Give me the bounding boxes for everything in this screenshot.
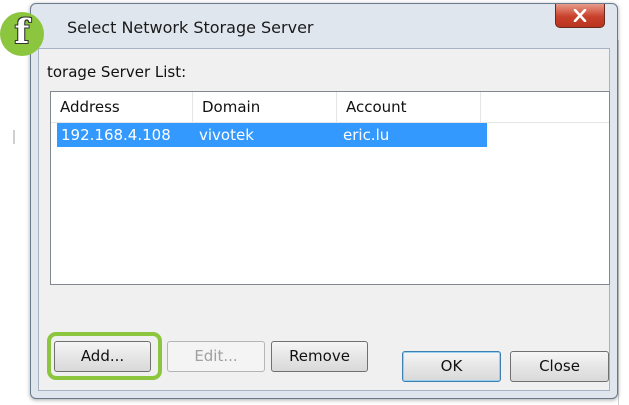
step-badge-label: f: [14, 12, 30, 52]
dialog-title: Select Network Storage Server: [67, 18, 314, 37]
close-icon: [573, 9, 587, 22]
storage-server-list-label: torage Server List:: [47, 63, 187, 81]
add-button[interactable]: Add...: [54, 341, 151, 372]
ok-button[interactable]: OK: [402, 351, 501, 382]
column-header-account[interactable]: Account: [337, 92, 481, 122]
cell-address: 192.168.4.108: [61, 126, 171, 144]
dialog-window: Select Network Storage Server torage Ser…: [30, 3, 618, 399]
cell-domain: vivotek: [199, 126, 254, 144]
storage-server-list[interactable]: Address Domain Account 192.168.4.108 viv…: [50, 91, 610, 285]
cell-account: eric.lu: [343, 126, 390, 144]
window-close-button[interactable]: [555, 4, 605, 28]
edit-button[interactable]: Edit...: [167, 341, 265, 372]
list-row-selected[interactable]: 192.168.4.108 vivotek eric.lu: [57, 123, 487, 147]
remove-button[interactable]: Remove: [271, 341, 368, 372]
step-badge-f: f: [0, 12, 44, 56]
background-line: [13, 130, 15, 144]
background-line: [618, 40, 619, 405]
column-header-address[interactable]: Address: [51, 92, 193, 122]
list-header: Address Domain Account: [51, 92, 609, 123]
title-bar[interactable]: Select Network Storage Server: [31, 4, 617, 46]
column-header-domain[interactable]: Domain: [193, 92, 337, 122]
column-header-filler: [481, 92, 611, 122]
close-button[interactable]: Close: [510, 351, 609, 382]
dialog-content: torage Server List: Address Domain Accou…: [38, 48, 610, 391]
